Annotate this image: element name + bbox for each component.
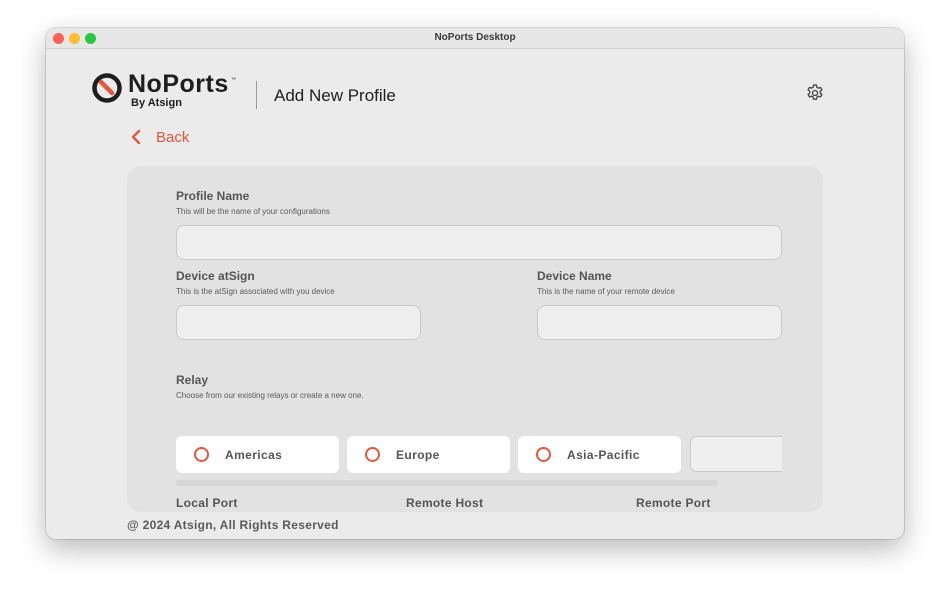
- profile-name-label: Profile Name: [176, 189, 250, 203]
- relay-hint: Choose from our existing relays or creat…: [176, 391, 364, 400]
- relay-option-americas[interactable]: Americas: [176, 436, 339, 473]
- horizontal-scrollbar[interactable]: [176, 480, 718, 486]
- noports-logo-icon: [92, 73, 122, 103]
- radio-unselected-icon: [365, 447, 380, 462]
- window-title: NoPorts Desktop: [434, 32, 516, 43]
- profile-form-card: Profile Name This will be the name of yo…: [127, 166, 823, 512]
- copyright-footer: @ 2024 Atsign, All Rights Reserved: [127, 518, 339, 532]
- local-port-label: Local Port: [176, 496, 238, 510]
- brand-subtitle: By Atsign: [131, 97, 182, 109]
- remote-host-label: Remote Host: [406, 496, 484, 510]
- relay-option-europe[interactable]: Europe: [347, 436, 510, 473]
- gear-icon[interactable]: [805, 83, 825, 103]
- relay-options: Americas Europe Asia-Pacific: [176, 436, 782, 473]
- back-label: Back: [156, 128, 190, 146]
- remote-port-label: Remote Port: [636, 496, 711, 510]
- brand-trademark: ™: [231, 77, 236, 83]
- relay-option-label: Europe: [396, 447, 440, 462]
- app-window: NoPorts Desktop NoPorts ™ By Atsign Add …: [46, 28, 904, 539]
- back-button[interactable]: Back: [130, 127, 189, 147]
- title-bar: NoPorts Desktop: [46, 28, 904, 49]
- brand-name: NoPorts: [128, 70, 229, 98]
- profile-name-hint: This will be the name of your configurat…: [176, 207, 330, 216]
- device-name-input[interactable]: [537, 305, 782, 340]
- device-atsign-label: Device atSign: [176, 269, 255, 283]
- device-name-hint: This is the name of your remote device: [537, 287, 675, 296]
- profile-name-input[interactable]: [176, 225, 782, 260]
- relay-option-label: Americas: [225, 447, 283, 462]
- device-name-label: Device Name: [537, 269, 612, 283]
- radio-unselected-icon: [536, 447, 551, 462]
- device-atsign-input[interactable]: [176, 305, 421, 340]
- device-atsign-hint: This is the atSign associated with you d…: [176, 287, 335, 296]
- page-title: Add New Profile: [274, 86, 396, 105]
- relay-option-asia-pacific[interactable]: Asia-Pacific: [518, 436, 681, 473]
- chevron-left-icon: [131, 129, 141, 145]
- relay-option-label: Asia-Pacific: [567, 447, 640, 462]
- custom-relay-input[interactable]: [690, 436, 782, 472]
- header-divider: [256, 81, 257, 109]
- noports-logo: NoPorts ™ By Atsign: [91, 70, 241, 112]
- radio-unselected-icon: [194, 447, 209, 462]
- relay-label: Relay: [176, 373, 209, 387]
